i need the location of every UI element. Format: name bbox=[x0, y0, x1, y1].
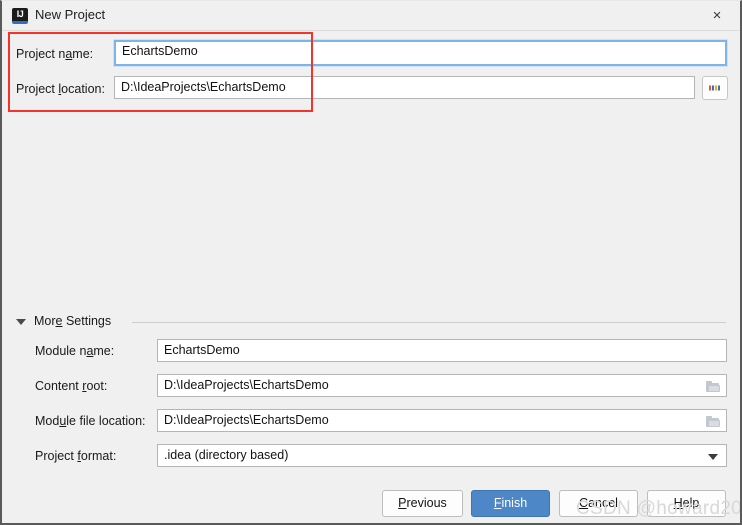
content-root-value: D:\IdeaProjects\EchartsDemo bbox=[164, 378, 329, 392]
previous-button[interactable]: Previous bbox=[382, 490, 463, 517]
module-name-input[interactable]: EchartsDemo bbox=[157, 339, 727, 362]
module-file-location-value: D:\IdeaProjects\EchartsDemo bbox=[164, 413, 329, 427]
new-project-dialog: IJ New Project × Project name: EchartsDe… bbox=[0, 0, 742, 525]
module-file-location-label: Module file location: bbox=[35, 414, 146, 428]
cancel-button[interactable]: Cancel bbox=[559, 490, 638, 517]
project-format-select[interactable]: .idea (directory based) bbox=[157, 444, 727, 467]
title-bar: IJ New Project × bbox=[2, 1, 740, 31]
intellij-idea-icon: IJ bbox=[12, 8, 28, 24]
help-button[interactable]: Help bbox=[647, 490, 726, 517]
project-location-label: Project location: bbox=[16, 82, 105, 96]
finish-button[interactable]: Finish bbox=[471, 490, 550, 517]
module-file-location-input[interactable]: D:\IdeaProjects\EchartsDemo bbox=[157, 409, 727, 432]
browse-ellipsis-button[interactable] bbox=[702, 76, 728, 100]
project-format-value: .idea (directory based) bbox=[164, 448, 289, 462]
close-icon[interactable]: × bbox=[694, 1, 740, 30]
module-name-label: Module name: bbox=[35, 344, 115, 358]
project-name-label: Project name: bbox=[16, 47, 94, 61]
content-root-input[interactable]: D:\IdeaProjects\EchartsDemo bbox=[157, 374, 727, 397]
window-title: New Project bbox=[35, 7, 106, 22]
folder-icon[interactable] bbox=[706, 416, 720, 427]
triangle-down-icon bbox=[16, 319, 26, 325]
section-separator bbox=[132, 322, 726, 323]
folder-icon[interactable] bbox=[706, 381, 720, 392]
ellipsis-icon bbox=[709, 84, 721, 93]
chevron-down-icon[interactable] bbox=[708, 454, 718, 460]
project-name-input[interactable]: EchartsDemo bbox=[113, 39, 728, 67]
more-settings-label: More Settings bbox=[34, 314, 112, 328]
project-location-input[interactable]: D:\IdeaProjects\EchartsDemo bbox=[114, 76, 695, 99]
project-format-label: Project format: bbox=[35, 449, 117, 463]
content-root-label: Content root: bbox=[35, 379, 108, 393]
